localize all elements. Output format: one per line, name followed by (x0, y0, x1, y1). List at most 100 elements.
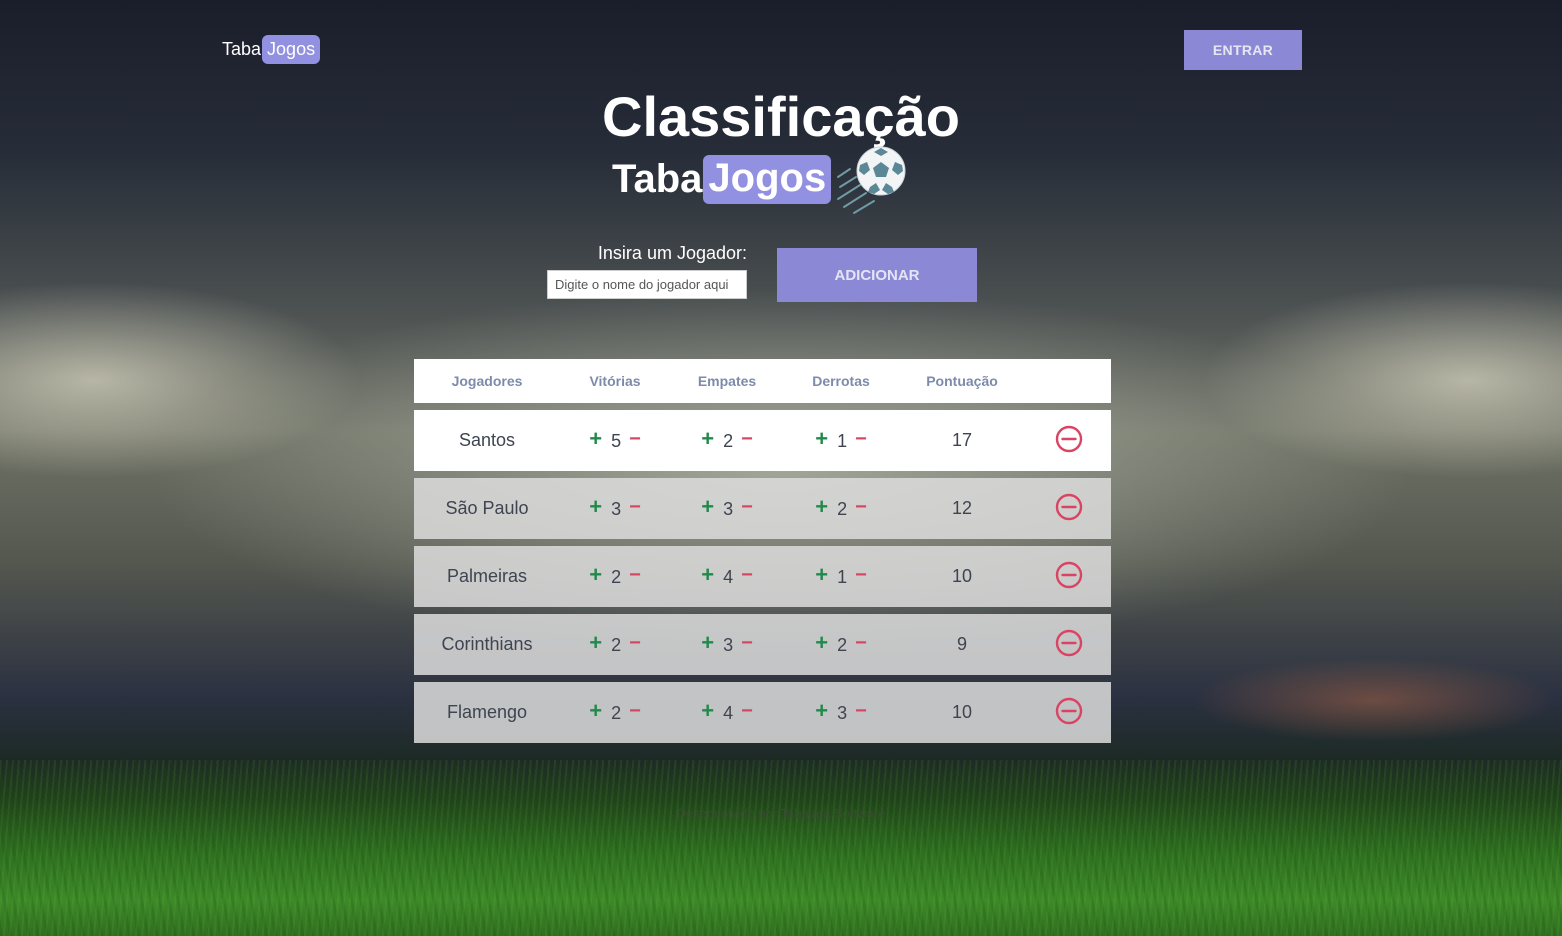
draws-value: 3 (723, 498, 734, 519)
increment-wins-button[interactable]: + (589, 428, 602, 450)
decrement-draws-button[interactable]: − (741, 428, 753, 450)
soccer-ball-icon (837, 146, 906, 214)
decrement-losses-button[interactable]: − (855, 632, 867, 654)
header-points: Pontuação (926, 373, 998, 389)
wins-stat: + 5 − (589, 428, 641, 451)
draws-value: 4 (723, 566, 734, 587)
draws-stat: + 2 − (701, 428, 753, 451)
footer-credit: Desenvolvido por Tabajara Software (676, 806, 886, 821)
remove-circle-icon[interactable] (1055, 425, 1083, 453)
points-value: 9 (956, 634, 968, 654)
increment-losses-button[interactable]: + (815, 700, 828, 722)
increment-losses-button[interactable]: + (815, 428, 828, 450)
increment-draws-button[interactable]: + (701, 700, 714, 722)
wins-value: 2 (611, 634, 622, 655)
app-logo[interactable]: Taba Jogos (222, 35, 321, 64)
player-name: Flamengo (446, 702, 528, 722)
player-name: Corinthians (441, 634, 533, 654)
points-value: 10 (951, 566, 973, 586)
increment-wins-button[interactable]: + (589, 700, 602, 722)
decrement-draws-button[interactable]: − (741, 632, 753, 654)
increment-wins-button[interactable]: + (589, 496, 602, 518)
draws-value: 3 (723, 634, 734, 655)
draws-stat: + 3 − (701, 632, 753, 655)
decrement-wins-button[interactable]: − (629, 496, 641, 518)
losses-stat: + 3 − (815, 700, 867, 723)
decrement-draws-button[interactable]: − (741, 564, 753, 586)
header-draws: Empates (697, 373, 757, 389)
wins-value: 2 (611, 566, 622, 587)
draws-stat: + 3 − (701, 496, 753, 519)
player-name: Palmeiras (446, 566, 528, 586)
increment-draws-button[interactable]: + (701, 632, 714, 654)
decrement-draws-button[interactable]: − (741, 496, 753, 518)
draws-stat: + 4 − (701, 564, 753, 587)
wins-value: 3 (611, 498, 622, 519)
points-value: 17 (951, 430, 973, 450)
points-value: 10 (951, 702, 973, 722)
points-value: 12 (951, 498, 973, 518)
losses-stat: + 2 − (815, 632, 867, 655)
losses-value: 2 (837, 498, 848, 519)
player-name: Santos (458, 430, 516, 450)
decrement-losses-button[interactable]: − (855, 700, 867, 722)
increment-losses-button[interactable]: + (815, 496, 828, 518)
increment-draws-button[interactable]: + (701, 496, 714, 518)
standings-table: Jogadores Vitórias Empates Derrotas Pont… (414, 359, 1111, 750)
losses-value: 2 (837, 634, 848, 655)
subtitle-part2: Jogos (703, 155, 832, 204)
increment-wins-button[interactable]: + (589, 564, 602, 586)
decrement-draws-button[interactable]: − (741, 700, 753, 722)
draws-value: 4 (723, 702, 734, 723)
subtitle-part1: Taba (612, 157, 703, 201)
losses-stat: + 1 − (815, 564, 867, 587)
remove-circle-icon[interactable] (1055, 697, 1083, 725)
decrement-losses-button[interactable]: − (855, 496, 867, 518)
table-row: Santos + 5 − + 2 − + 1 − 17 (414, 410, 1111, 471)
increment-draws-button[interactable]: + (701, 428, 714, 450)
header-players: Jogadores (451, 373, 523, 389)
player-name-input[interactable] (547, 270, 747, 299)
remove-circle-icon[interactable] (1055, 493, 1083, 521)
wins-stat: + 2 − (589, 700, 641, 723)
player-input-label: Insira um Jogador: (597, 243, 747, 263)
increment-losses-button[interactable]: + (815, 632, 828, 654)
draws-stat: + 4 − (701, 700, 753, 723)
losses-value: 3 (837, 702, 848, 723)
wins-value: 2 (611, 702, 622, 723)
remove-circle-icon[interactable] (1055, 561, 1083, 589)
background-grass (0, 760, 1562, 936)
header-wins: Vitórias (589, 373, 641, 389)
decrement-losses-button[interactable]: − (855, 428, 867, 450)
table-header: Jogadores Vitórias Empates Derrotas Pont… (414, 359, 1111, 403)
wins-stat: + 2 − (589, 632, 641, 655)
increment-wins-button[interactable]: + (589, 632, 602, 654)
table-row: Corinthians + 2 − + 3 − + 2 − 9 (414, 614, 1111, 675)
header-losses: Derrotas (812, 373, 870, 389)
decrement-wins-button[interactable]: − (629, 700, 641, 722)
logo-text-part1: Taba (222, 39, 262, 59)
wins-stat: + 3 − (589, 496, 641, 519)
page-title: Classificação (602, 85, 960, 148)
login-button[interactable]: ENTRAR (1184, 30, 1302, 70)
decrement-losses-button[interactable]: − (855, 564, 867, 586)
player-name: São Paulo (445, 498, 529, 518)
decrement-wins-button[interactable]: − (629, 428, 641, 450)
add-player-button[interactable]: ADICIONAR (777, 248, 977, 302)
increment-draws-button[interactable]: + (701, 564, 714, 586)
decrement-wins-button[interactable]: − (629, 632, 641, 654)
logo-text-part2: Jogos (262, 35, 321, 64)
increment-losses-button[interactable]: + (815, 564, 828, 586)
losses-stat: + 1 − (815, 428, 867, 451)
wins-value: 5 (611, 430, 622, 451)
wins-stat: + 2 − (589, 564, 641, 587)
remove-circle-icon[interactable] (1055, 629, 1083, 657)
losses-value: 1 (837, 430, 848, 451)
brand-subtitle: Taba Jogos (612, 155, 832, 204)
draws-value: 2 (723, 430, 734, 451)
losses-stat: + 2 − (815, 496, 867, 519)
table-row: São Paulo + 3 − + 3 − + 2 − 12 (414, 478, 1111, 539)
decrement-wins-button[interactable]: − (629, 564, 641, 586)
losses-value: 1 (837, 566, 848, 587)
table-row: Flamengo + 2 − + 4 − + 3 − 10 (414, 682, 1111, 743)
